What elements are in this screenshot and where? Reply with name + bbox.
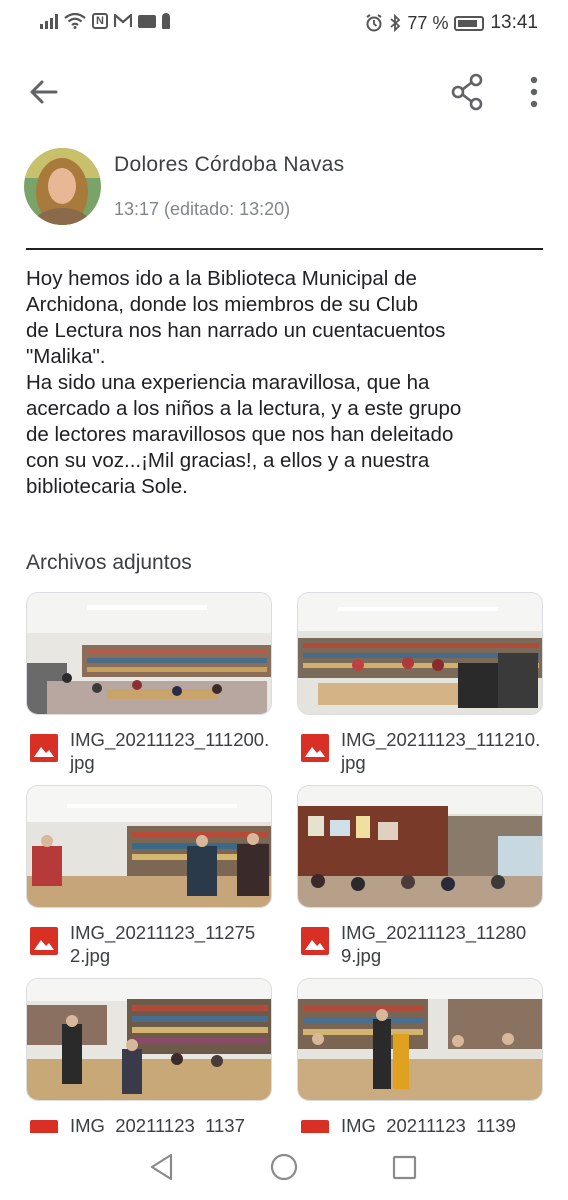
attachment-thumbnail — [26, 592, 272, 715]
post-timestamp: 13:17 (editado: 13:20) — [114, 199, 291, 219]
post-body: Hoy hemos ido a la Biblioteca Municipal … — [26, 267, 462, 498]
image-file-icon — [30, 927, 58, 955]
square-recents-icon — [392, 1155, 417, 1180]
attachment-thumbnail — [297, 785, 543, 908]
attachment-tile[interactable]: IMG_20211123_111200.jpg — [26, 592, 272, 773]
back-button[interactable] — [20, 72, 68, 112]
attachment-thumbnail — [297, 592, 543, 715]
attachment-tile[interactable]: IMG_20211123_111210.jpg — [297, 592, 543, 773]
attachments-title: Archivos adjuntos — [26, 551, 192, 574]
attachment-thumbnail — [26, 785, 272, 908]
person-icon — [162, 13, 170, 29]
image-file-icon — [30, 734, 58, 762]
author-name: Dolores Córdoba Navas — [114, 153, 345, 176]
attachment-tile[interactable]: IMG_20211123_112809.jpg — [297, 785, 543, 966]
avatar — [24, 148, 101, 225]
share-icon — [451, 73, 483, 111]
circle-home-icon — [270, 1153, 298, 1181]
image-file-icon — [301, 927, 329, 955]
attachment-thumbnail — [26, 978, 272, 1101]
email-icon — [138, 14, 156, 28]
arrow-back-icon — [30, 80, 58, 104]
nav-recents-button[interactable] — [386, 1149, 422, 1185]
attachment-filename: IMG_20211123_111200.jpg — [70, 729, 270, 773]
triangle-back-icon — [150, 1153, 173, 1181]
share-button[interactable] — [446, 70, 490, 114]
battery-percent: 77 % — [407, 12, 449, 33]
app-bar — [0, 60, 568, 124]
image-file-icon — [301, 734, 329, 762]
divider — [26, 248, 543, 250]
attachment-tile[interactable]: IMG_20211123_1139 — [297, 978, 543, 1148]
attachment-tile[interactable]: IMG_20211123_112752.jpg — [26, 785, 272, 966]
attachment-filename: IMG_20211123_112752.jpg — [70, 922, 256, 966]
signal-icon — [40, 13, 58, 29]
attachment-filename: IMG_20211123_111210.jpg — [341, 729, 541, 773]
attachment-thumbnail — [297, 978, 543, 1101]
nav-back-button[interactable] — [144, 1149, 180, 1185]
gmail-icon — [114, 14, 132, 27]
battery-icon — [454, 15, 485, 31]
status-bar: N 77 % 13:41 — [0, 0, 568, 46]
more-vert-icon — [530, 76, 538, 108]
wifi-icon — [64, 13, 86, 29]
attachment-tile[interactable]: IMG_20211123_1137 — [26, 978, 272, 1148]
more-options-button[interactable] — [514, 70, 554, 114]
alarm-icon — [366, 14, 382, 32]
bluetooth-icon — [390, 14, 401, 32]
nfc-icon: N — [92, 13, 108, 29]
attachment-filename: IMG_20211123_112809.jpg — [341, 922, 527, 966]
nav-home-button[interactable] — [266, 1149, 302, 1185]
clock: 13:41 — [490, 12, 538, 33]
system-navigation-bar — [0, 1133, 568, 1200]
